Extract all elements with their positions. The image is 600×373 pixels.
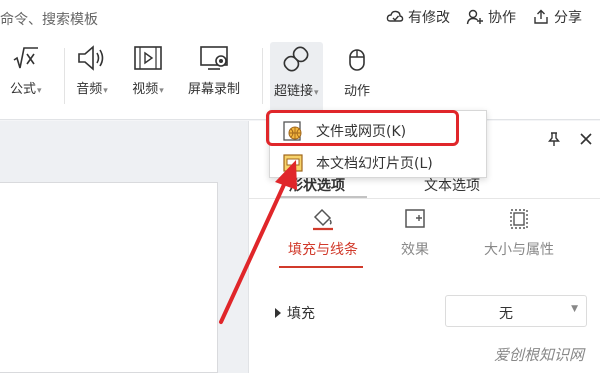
subtab-effects[interactable]: 效果 <box>365 207 465 259</box>
fill-select-value: 无 <box>499 306 513 322</box>
subtab-size-properties[interactable]: 大小与属性 <box>459 207 579 259</box>
slide-icon <box>283 154 303 172</box>
formula-button[interactable]: 公式▾ <box>10 44 42 97</box>
video-label: 视频 <box>132 82 159 97</box>
subtab-fill-line-label: 填充与线条 <box>288 242 358 258</box>
link-icon <box>283 46 309 72</box>
fill-select[interactable]: 无 ▼ <box>445 295 587 327</box>
share-label: 分享 <box>554 10 582 26</box>
share-icon <box>534 9 548 24</box>
screen-record-button[interactable]: 屏幕录制 <box>188 44 240 97</box>
tab-underline <box>277 196 367 198</box>
collaborate-label: 协作 <box>488 10 516 26</box>
slide-canvas[interactable] <box>0 182 218 373</box>
hyperlink-caret-icon: ▾ <box>314 88 319 98</box>
fill-label: 填充 <box>287 306 315 322</box>
pin-icon[interactable] <box>546 131 562 147</box>
subtab-underline <box>279 266 363 268</box>
has-changes-button[interactable]: 有修改 <box>386 7 450 27</box>
animation-label: 动作 <box>344 84 371 99</box>
effects-icon <box>405 209 425 228</box>
top-actions: 有修改 协作 分享 <box>386 7 582 27</box>
menu-item-slide-in-document[interactable]: 本文档幻灯片页(L) <box>276 149 482 177</box>
chevron-down-icon: ▼ <box>571 304 578 314</box>
tab-text-options[interactable]: 文本选项 <box>424 175 480 195</box>
ribbon-divider <box>64 48 65 104</box>
pane-controls <box>546 131 594 147</box>
hyperlink-button[interactable]: 超链接▾ <box>270 42 323 114</box>
top-bar: 命令、搜索模板 有修改 协作 分享 <box>0 0 600 38</box>
add-user-icon <box>466 9 483 25</box>
audio-button[interactable]: 音频▾ <box>76 44 108 97</box>
formula-icon <box>13 47 38 69</box>
close-icon[interactable] <box>578 131 594 147</box>
audio-caret-icon: ▾ <box>103 86 108 96</box>
mouse-icon <box>349 49 365 71</box>
audio-label: 音频 <box>76 82 103 97</box>
highlight-annotation-box <box>266 110 459 146</box>
subtab-fill-line[interactable]: 填充与线条 <box>273 207 373 259</box>
watermark: 爱创根知识网 <box>493 346 584 364</box>
video-button[interactable]: 视频▾ <box>132 44 164 97</box>
size-icon <box>510 209 528 229</box>
formula-caret-icon: ▾ <box>37 86 42 96</box>
formula-label: 公式 <box>10 82 37 97</box>
menu-item-slide-in-document-label: 本文档幻灯片页(L) <box>316 156 433 172</box>
share-button[interactable]: 分享 <box>532 7 582 27</box>
has-changes-label: 有修改 <box>408 10 450 26</box>
ribbon-divider <box>262 48 263 104</box>
search-hint[interactable]: 命令、搜索模板 <box>0 9 98 29</box>
ribbon-toolbar: 公式▾ 音频▾ 视频▾ 屏幕录制 超链接▾ 动作 <box>0 38 600 120</box>
screen-record-icon <box>200 46 228 70</box>
fill-section-toggle[interactable]: 填充 <box>275 303 315 323</box>
cloud-check-icon <box>386 10 404 22</box>
screen-record-label: 屏幕录制 <box>188 82 241 97</box>
video-icon <box>134 46 162 70</box>
speaker-icon <box>78 45 104 71</box>
subtab-size-properties-label: 大小与属性 <box>484 242 554 258</box>
video-caret-icon: ▾ <box>159 86 164 96</box>
subtab-effects-label: 效果 <box>401 242 429 258</box>
paint-bucket-icon <box>313 208 333 231</box>
collaborate-button[interactable]: 协作 <box>466 7 516 27</box>
animation-button[interactable]: 动作 <box>344 44 370 99</box>
tab-shape-options[interactable]: 形状选项 <box>289 175 345 195</box>
hyperlink-label: 超链接 <box>274 84 314 99</box>
expand-triangle-icon <box>275 308 281 318</box>
